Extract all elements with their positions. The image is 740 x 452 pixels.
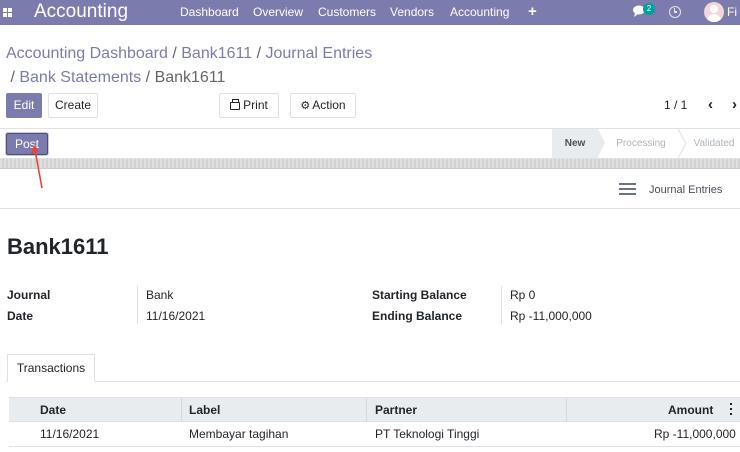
nav-vendors[interactable]: Vendors (390, 0, 434, 25)
app-name[interactable]: Accounting (34, 0, 128, 24)
optional-columns-kebab-icon[interactable] (729, 403, 733, 415)
pager-previous-icon[interactable]: ‹ (708, 93, 713, 117)
gear-icon: ⚙ (300, 100, 311, 112)
ending-balance-label: Ending Balance (372, 309, 463, 323)
breadcrumb: Accounting Dashboard / Bank1611 / Journa… (6, 42, 406, 90)
date-value: 11/16/2021 (146, 309, 206, 323)
column-partner[interactable]: Partner (375, 398, 417, 422)
breadcrumb-accounting-dashboard[interactable]: Accounting Dashboard (6, 45, 168, 62)
journal-entries-link[interactable]: Journal Entries (649, 181, 722, 199)
action-label: Action (312, 98, 346, 112)
divider (0, 208, 740, 209)
action-button[interactable]: ⚙ Action (290, 93, 356, 118)
breadcrumb-bank-statements[interactable]: Bank Statements (19, 69, 141, 86)
breadcrumb-journal-entries[interactable]: Journal Entries (265, 45, 372, 62)
nav-customers[interactable]: Customers (318, 0, 376, 25)
pager-next-icon[interactable]: › (732, 93, 737, 117)
printer-icon (230, 99, 241, 110)
nav-accounting[interactable]: Accounting (450, 0, 509, 25)
breadcrumb-separator: / (172, 45, 177, 62)
chat-count-badge: 2 (643, 3, 655, 15)
nav-overview[interactable]: Overview (253, 0, 303, 25)
starting-balance-label: Starting Balance (372, 288, 467, 302)
stage-validated[interactable]: Validated (688, 129, 740, 158)
nav-dashboard[interactable]: Dashboard (180, 0, 239, 25)
nav-plus-icon[interactable]: + (528, 0, 537, 24)
journal-label: Journal (7, 288, 51, 302)
user-avatar[interactable] (704, 2, 724, 22)
table-header: Date Label Partner Amount (9, 397, 740, 422)
column-divider (366, 398, 367, 422)
annotation-arrow-icon (31, 145, 43, 189)
starting-balance-value: Rp 0 (510, 288, 536, 302)
pager-value[interactable]: 1 / 1 (664, 93, 687, 118)
apps-menu-icon[interactable] (3, 8, 12, 17)
breadcrumb-separator: / (145, 69, 151, 86)
column-divider (181, 398, 182, 422)
create-button[interactable]: Create (48, 93, 98, 118)
column-amount[interactable]: Amount (668, 398, 713, 422)
activity-clock-icon[interactable] (669, 6, 681, 18)
cell-label: Membayar tagihan (189, 427, 289, 441)
date-label: Date (7, 309, 34, 323)
table-row[interactable]: 11/16/2021 Membayar tagihan PT Teknologi… (9, 422, 740, 447)
edit-button[interactable]: Edit (6, 93, 42, 118)
hamburger-icon[interactable] (619, 183, 636, 196)
ending-balance-value: Rp -11,000,000 (510, 309, 592, 323)
breadcrumb-separator: / (10, 69, 15, 86)
user-name[interactable]: Fi (727, 0, 737, 25)
cell-partner: PT Teknologi Tinggi (375, 427, 480, 441)
column-divider (566, 398, 567, 422)
print-button[interactable]: Print (219, 93, 279, 118)
print-label: Print (243, 98, 268, 112)
record-title: Bank1611 (7, 234, 109, 259)
sheet-background-strip (0, 159, 740, 169)
cell-date: 11/16/2021 (40, 427, 100, 441)
breadcrumb-separator: / (256, 45, 262, 62)
cell-amount: Rp -11,000,000 (654, 427, 736, 441)
form-statusbar: Post New Processing Validated (0, 128, 740, 159)
tabs-divider (6, 381, 740, 382)
field-divider (137, 286, 138, 324)
breadcrumb-bank-journal[interactable]: Bank1611 (181, 45, 252, 62)
field-divider (501, 286, 502, 324)
stage-new[interactable]: New (552, 129, 605, 158)
breadcrumb-current: Bank1611 (154, 69, 226, 86)
tab-transactions[interactable]: Transactions (7, 354, 95, 382)
column-label[interactable]: Label (189, 398, 220, 422)
column-date[interactable]: Date (40, 398, 66, 422)
stage-processing[interactable]: Processing (605, 129, 677, 158)
top-navbar: Accounting Dashboard Overview Customers … (0, 0, 740, 25)
journal-value: Bank (146, 288, 174, 302)
